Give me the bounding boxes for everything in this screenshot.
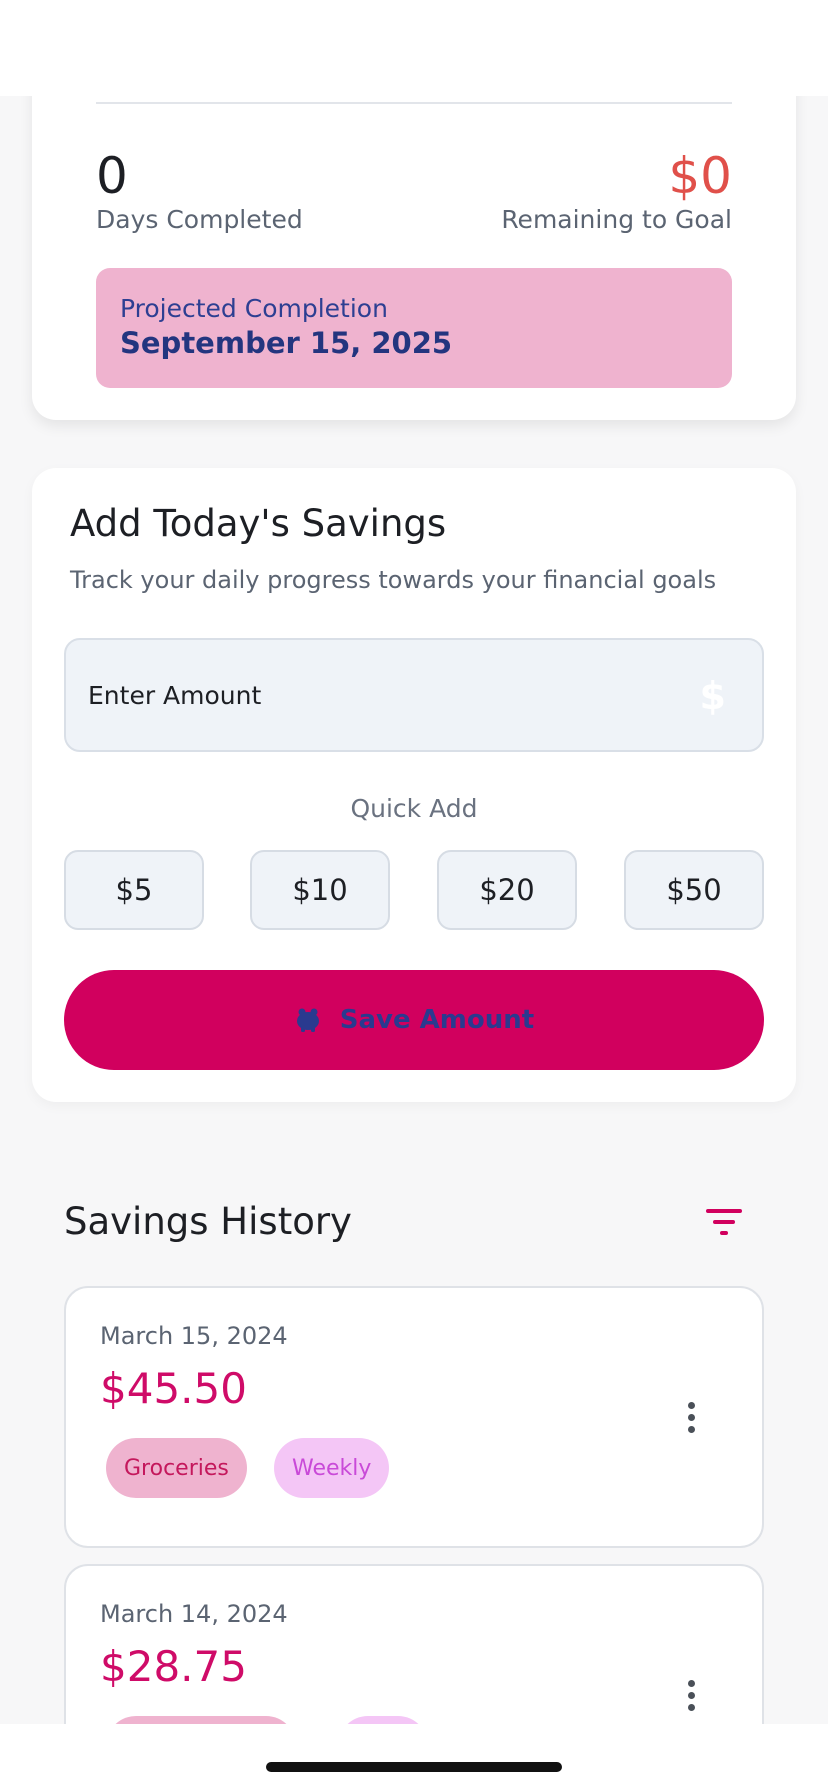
quick-add-50-button[interactable]: $50 bbox=[624, 850, 764, 930]
projected-completion-box: Projected Completion September 15, 2025 bbox=[96, 268, 732, 388]
divider bbox=[96, 102, 732, 104]
add-savings-title: Add Today's Savings bbox=[70, 502, 447, 545]
filter-icon[interactable] bbox=[704, 1206, 744, 1238]
quick-add-5-button[interactable]: $5 bbox=[64, 850, 204, 930]
projected-completion-date: September 15, 2025 bbox=[120, 326, 453, 360]
entry-date: March 15, 2024 bbox=[100, 1322, 288, 1350]
remaining-label: Remaining to Goal bbox=[501, 205, 732, 234]
entry-amount: $45.50 bbox=[100, 1364, 247, 1413]
more-vertical-icon[interactable] bbox=[686, 1402, 696, 1436]
days-completed-label: Days Completed bbox=[96, 205, 303, 234]
bottom-safe-area bbox=[0, 1724, 828, 1792]
history-entry[interactable]: March 14, 2024 $28.75 bbox=[64, 1564, 764, 1724]
history-entry[interactable]: March 15, 2024 $45.50 Groceries Weekly bbox=[64, 1286, 764, 1548]
more-vertical-icon[interactable] bbox=[686, 1680, 696, 1714]
dollar-icon: $ bbox=[699, 674, 726, 718]
days-completed-value: 0 bbox=[96, 147, 128, 205]
add-savings-card: Add Today's Savings Track your daily pro… bbox=[32, 468, 796, 1102]
status-bar bbox=[0, 0, 828, 96]
savings-history-title: Savings History bbox=[64, 1200, 352, 1243]
entry-date: March 14, 2024 bbox=[100, 1600, 288, 1628]
save-amount-label: Save Amount bbox=[339, 1005, 535, 1035]
remaining-value: $0 bbox=[668, 147, 732, 205]
quick-add-label: Quick Add bbox=[350, 794, 478, 823]
amount-field[interactable]: $ bbox=[64, 638, 764, 752]
quick-add-10-button[interactable]: $10 bbox=[250, 850, 390, 930]
frequency-tag bbox=[338, 1716, 428, 1724]
entry-amount: $28.75 bbox=[100, 1642, 247, 1691]
progress-card: 0 $0 Days Completed Remaining to Goal Pr… bbox=[32, 40, 796, 420]
add-savings-subtitle: Track your daily progress towards your f… bbox=[70, 566, 717, 594]
scroll-container[interactable]: 0 $0 Days Completed Remaining to Goal Pr… bbox=[0, 0, 828, 1724]
save-amount-button[interactable]: Save Amount bbox=[64, 970, 764, 1070]
home-indicator[interactable] bbox=[266, 1762, 562, 1772]
category-tag bbox=[106, 1716, 296, 1724]
projected-completion-label: Projected Completion bbox=[120, 294, 388, 323]
frequency-tag: Weekly bbox=[274, 1438, 390, 1498]
amount-input[interactable] bbox=[88, 640, 688, 750]
quick-add-20-button[interactable]: $20 bbox=[437, 850, 577, 930]
category-tag: Groceries bbox=[106, 1438, 247, 1498]
piggy-bank-icon bbox=[296, 1008, 319, 1032]
